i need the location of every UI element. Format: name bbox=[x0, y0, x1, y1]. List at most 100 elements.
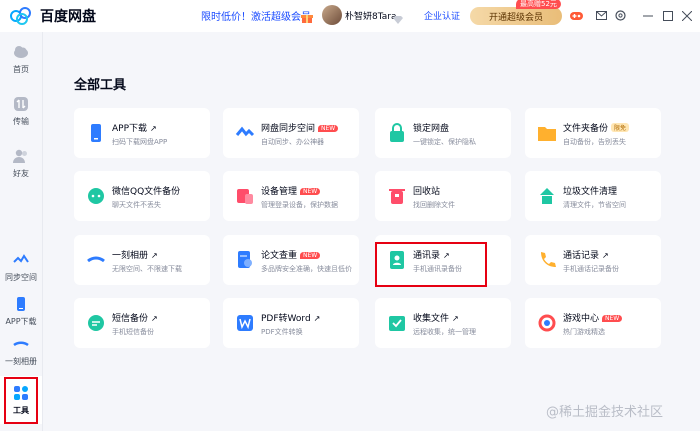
tool-name: 一刻相册 ↗ bbox=[112, 248, 158, 261]
word-icon bbox=[235, 313, 255, 333]
enterprise-auth-link[interactable]: 企业认证 bbox=[424, 9, 460, 22]
title-bar: 百度网盘 限时低价！激活超级会员 朴智妍8Tara 企业认证 开通超级会员 最高… bbox=[0, 0, 700, 32]
sidebar-item-label: 同步空间 bbox=[5, 273, 37, 282]
tool-name: 回收站 bbox=[413, 184, 440, 197]
clean-icon bbox=[537, 186, 557, 206]
tool-name: 通话记录 ↗ bbox=[563, 248, 609, 261]
vip-badge: 最高赠52元 bbox=[516, 0, 561, 9]
sidebar-item-sync-space[interactable]: 同步空间 bbox=[0, 252, 42, 283]
trash-icon bbox=[387, 186, 407, 206]
tool-name-text: 游戏中心 bbox=[563, 314, 600, 324]
new-badge: NEW bbox=[300, 188, 321, 195]
tool-description: 自动同步、办公神器 bbox=[261, 138, 324, 146]
highlight-box-tools bbox=[4, 377, 38, 424]
tool-name: 游戏中心 NEW bbox=[563, 311, 623, 324]
game-center-icon bbox=[537, 313, 557, 333]
close-icon[interactable] bbox=[680, 9, 693, 22]
diamond-icon bbox=[393, 10, 403, 24]
sidebar-item-label: 一刻相册 bbox=[5, 357, 37, 366]
tool-card[interactable]: 微信QQ文件备份 聊天文件不丢失 bbox=[74, 171, 210, 221]
tool-name-text: 收集文件 bbox=[413, 314, 450, 324]
highlight-box-contacts bbox=[375, 242, 487, 287]
gift-icon[interactable] bbox=[301, 9, 313, 23]
tool-description: 一键锁定、保护隐私 bbox=[413, 138, 476, 146]
sms-icon bbox=[86, 313, 106, 333]
tool-name-text: 论文查重 bbox=[261, 251, 298, 261]
tool-card[interactable]: APP下载 ↗ 扫码下载网盘APP bbox=[74, 108, 210, 158]
tool-name: 收集文件 ↗ bbox=[413, 311, 459, 324]
tool-name-text: 通话记录 bbox=[563, 251, 600, 261]
tool-description: 手机通话记录备份 bbox=[563, 265, 619, 273]
sidebar-item-label: 传输 bbox=[13, 117, 29, 126]
sidebar-item-transfer[interactable]: 传输 bbox=[0, 96, 42, 127]
new-badge: NEW bbox=[602, 315, 623, 322]
tool-card[interactable]: 文件夹备份 限免 自动备份，告别丢失 bbox=[525, 108, 661, 158]
sidebar-item-home[interactable]: 首页 bbox=[0, 44, 42, 75]
tool-description: 手机短信备份 bbox=[112, 328, 154, 336]
phone-icon bbox=[86, 123, 106, 143]
minimize-icon[interactable] bbox=[641, 9, 654, 22]
tool-name: 垃圾文件清理 bbox=[563, 184, 617, 197]
lock-icon bbox=[387, 123, 407, 143]
app-logo: 百度网盘 bbox=[10, 6, 96, 26]
tool-description: 热门游戏精选 bbox=[563, 328, 605, 336]
tool-card[interactable]: PDF转Word ↗ PDF文件转换 bbox=[223, 298, 359, 348]
new-badge: NEW bbox=[318, 125, 339, 132]
open-vip-button[interactable]: 开通超级会员 bbox=[470, 7, 562, 25]
tool-description: 无限空间、不限速下载 bbox=[112, 265, 182, 273]
watermark: @稀土掘金技术社区 bbox=[546, 405, 664, 420]
settings-icon[interactable] bbox=[614, 9, 627, 22]
tool-card[interactable]: 游戏中心 NEW 热门游戏精选 bbox=[525, 298, 661, 348]
external-link-icon: ↗ bbox=[151, 251, 158, 260]
new-badge: NEW bbox=[300, 252, 321, 259]
tool-card[interactable]: 锁定网盘 一键锁定、保护隐私 bbox=[375, 108, 511, 158]
device-icon bbox=[235, 186, 255, 206]
tool-description: 远程收集，统一管理 bbox=[413, 328, 476, 336]
tool-name-text: 垃圾文件清理 bbox=[563, 187, 618, 197]
tool-name-text: 回收站 bbox=[413, 187, 441, 197]
sidebar: 首页 传输 好友 同步空间 APP下载 一刻相册 工具 bbox=[0, 32, 43, 431]
sidebar-item-album[interactable]: 一刻相册 bbox=[0, 336, 42, 367]
tool-card[interactable]: 垃圾文件清理 清理文件，节省空间 bbox=[525, 171, 661, 221]
page-title: 全部工具 bbox=[74, 78, 127, 93]
tool-name-text: APP下载 bbox=[112, 124, 148, 134]
tool-card[interactable]: 一刻相册 ↗ 无限空间、不限速下载 bbox=[74, 235, 210, 285]
tool-name-text: 文件夹备份 bbox=[563, 124, 609, 134]
tool-card[interactable]: 论文查重 NEW 多品牌安全准确，快速且低价 bbox=[223, 235, 359, 285]
external-link-icon: ↗ bbox=[313, 314, 321, 323]
open-vip-label: 开通超级会员 bbox=[488, 12, 543, 23]
tool-card[interactable]: 收集文件 ↗ 远程收集，统一管理 bbox=[375, 298, 511, 348]
sidebar-item-label: APP下载 bbox=[5, 317, 37, 326]
friends-icon bbox=[13, 148, 29, 164]
tool-description: 扫码下载网盘APP bbox=[112, 138, 168, 146]
tool-description: PDF文件转换 bbox=[261, 328, 303, 336]
tool-name-text: 短信备份 bbox=[112, 314, 149, 324]
tool-name-text: PDF转Word bbox=[261, 314, 311, 324]
mail-icon[interactable] bbox=[595, 9, 608, 22]
external-link-icon: ↗ bbox=[452, 314, 459, 323]
tool-description: 清理文件，节省空间 bbox=[563, 201, 626, 209]
tool-card[interactable]: 通话记录 ↗ 手机通话记录备份 bbox=[525, 235, 661, 285]
tool-card[interactable]: 短信备份 ↗ 手机短信备份 bbox=[74, 298, 210, 348]
game-icon[interactable] bbox=[570, 9, 583, 22]
tool-card[interactable]: 网盘同步空间 NEW 自动同步、办公神器 bbox=[223, 108, 359, 158]
phone-call-icon bbox=[537, 250, 557, 270]
tool-name: PDF转Word ↗ bbox=[261, 311, 320, 324]
maximize-icon[interactable] bbox=[661, 9, 674, 22]
tool-name: 设备管理 NEW bbox=[261, 184, 321, 197]
collect-icon bbox=[387, 313, 407, 333]
avatar[interactable] bbox=[322, 5, 342, 25]
baidu-cloud-logo-icon bbox=[10, 7, 34, 25]
promo-link[interactable]: 限时低价！激活超级会员 bbox=[201, 8, 311, 23]
home-icon bbox=[13, 44, 29, 60]
sidebar-item-friends[interactable]: 好友 bbox=[0, 148, 42, 179]
tool-description: 找回删除文件 bbox=[413, 201, 455, 209]
external-link-icon: ↗ bbox=[150, 124, 157, 133]
tool-card[interactable]: 设备管理 NEW 管理登录设备，保护数据 bbox=[223, 171, 359, 221]
tool-card[interactable]: 回收站 找回删除文件 bbox=[375, 171, 511, 221]
album-icon bbox=[13, 336, 29, 352]
username[interactable]: 朴智妍8Tara bbox=[345, 9, 396, 22]
sync-icon bbox=[235, 123, 255, 143]
sidebar-item-app-download[interactable]: APP下载 bbox=[0, 296, 42, 327]
app-title: 百度网盘 bbox=[40, 9, 96, 25]
